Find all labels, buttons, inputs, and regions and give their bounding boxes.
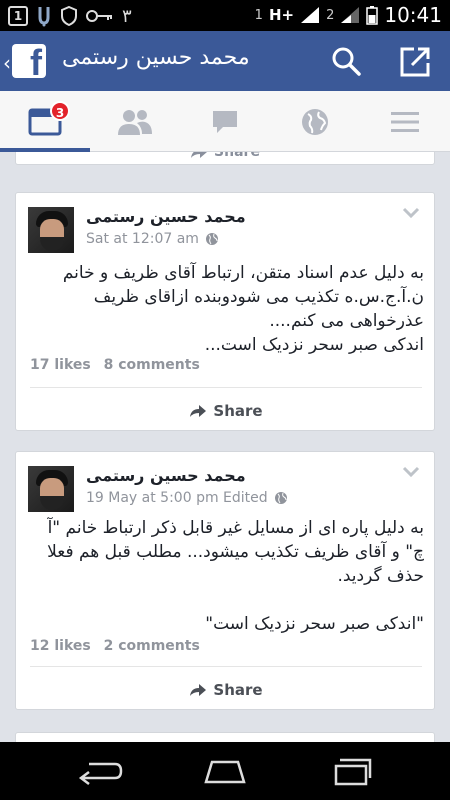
news-feed[interactable]: Share محمد حسین رستمی Sat at 12:07 am به…	[0, 152, 450, 742]
post-author[interactable]: محمد حسین رستمی	[86, 466, 246, 485]
post-meta: 19 May at 5:00 pm Edited	[86, 490, 288, 506]
share-arrow-icon	[191, 152, 208, 158]
tab-news-feed[interactable]: 3	[0, 91, 90, 152]
app-header: ‹ f محمد حسین رستمی	[0, 31, 450, 91]
share-label: Share	[213, 402, 263, 420]
post-text-line	[28, 588, 424, 612]
post-card: محمد حسین رستمی 19 May at 5:00 pm Edited…	[15, 451, 435, 710]
post-author[interactable]: محمد حسین رستمی	[86, 207, 246, 226]
post-text: به دلیل عدم اسناد متقن، ارتباط آقای ظریف…	[28, 261, 424, 357]
sim2-label: 2	[326, 7, 335, 23]
status-bar: 1 ٣ 1 H+ 2 10:41	[0, 0, 450, 31]
tab-menu[interactable]	[360, 91, 450, 152]
post-text-line: به دلیل پاره ای از مسایل غیر قابل ذکر ار…	[47, 518, 424, 538]
divider	[30, 666, 422, 667]
tab-bar: 3	[0, 91, 450, 152]
chevron-down-icon[interactable]	[402, 207, 420, 219]
recent-apps-icon[interactable]	[326, 756, 376, 786]
avatar[interactable]	[28, 466, 74, 512]
share-out-icon[interactable]	[398, 45, 432, 79]
notification-box-icon: 1	[8, 6, 28, 26]
tab-friends[interactable]	[90, 91, 180, 152]
comments-count[interactable]: 8 comments	[104, 357, 200, 373]
post-meta: Sat at 12:07 am	[86, 231, 219, 247]
post-text-line: اندکی صبر سحر نزدیک است...	[204, 335, 424, 355]
page-title: محمد حسین رستمی	[62, 45, 250, 70]
notification-count: ٣	[122, 5, 132, 27]
post-card-partial	[15, 732, 435, 742]
share-arrow-icon	[190, 405, 207, 417]
sim1-label: 1	[254, 7, 263, 23]
share-label: Share	[213, 681, 263, 699]
globe-icon	[274, 492, 287, 504]
signal-2-icon	[341, 7, 360, 23]
post-text-line: حذف گردید.	[337, 566, 424, 586]
search-icon[interactable]	[330, 45, 362, 77]
likes-count[interactable]: 17 likes	[30, 357, 91, 373]
share-button[interactable]: Share	[16, 391, 436, 431]
share-arrow-icon	[190, 684, 207, 696]
post-text-line: عذرخواهی می کنم....	[269, 311, 424, 331]
shield-icon	[61, 6, 77, 26]
share-button[interactable]: Share	[16, 152, 434, 164]
system-nav-bar	[0, 742, 450, 800]
post-text-line: چ" و آقای ظریف تکذیب میشود... مطلب قبل ه…	[47, 542, 424, 562]
tab-notifications[interactable]	[270, 91, 360, 152]
tab-messages[interactable]	[180, 91, 270, 152]
messages-icon	[213, 110, 237, 133]
network-type: H+	[268, 6, 295, 24]
divider	[30, 387, 422, 388]
post-text-line: ن.آ.ج.س.ه تکذیب می شودوبنده ازاقای ظریف	[93, 287, 424, 307]
post-text-line: به دلیل عدم اسناد متقن، ارتباط آقای ظریف…	[62, 263, 424, 283]
post-stats: 17 likes 8 comments	[30, 357, 200, 373]
signal-icon	[301, 7, 320, 23]
post-stats: 12 likes 2 comments	[30, 638, 200, 654]
post-timestamp[interactable]: 19 May at 5:00 pm Edited	[86, 490, 268, 506]
notification-badge: 3	[50, 101, 70, 121]
key-icon	[86, 10, 112, 22]
globe-icon	[205, 233, 218, 245]
home-icon[interactable]	[200, 756, 250, 786]
post-card-partial: Share	[15, 152, 435, 165]
menu-icon	[391, 111, 419, 132]
share-button[interactable]: Share	[16, 670, 436, 710]
back-chevron-icon[interactable]: ‹	[3, 51, 11, 75]
post-text-line: "اندکی صبر سحر نزدیک است"	[205, 614, 424, 634]
post-text: به دلیل پاره ای از مسایل غیر قابل ذکر ار…	[28, 516, 424, 636]
friends-icon	[118, 109, 152, 135]
share-label: Share	[214, 152, 260, 160]
facebook-logo-icon[interactable]: f	[12, 44, 46, 78]
battery-icon	[366, 6, 379, 25]
comments-count[interactable]: 2 comments	[104, 638, 200, 654]
clock: 10:41	[384, 3, 442, 27]
back-icon[interactable]	[75, 756, 125, 786]
likes-count[interactable]: 12 likes	[30, 638, 91, 654]
post-card: محمد حسین رستمی Sat at 12:07 am به دلیل …	[15, 192, 435, 431]
post-timestamp[interactable]: Sat at 12:07 am	[86, 231, 199, 247]
avatar[interactable]	[28, 207, 74, 253]
globe-icon	[302, 108, 328, 135]
usb-icon	[38, 7, 50, 27]
chevron-down-icon[interactable]	[402, 466, 420, 478]
